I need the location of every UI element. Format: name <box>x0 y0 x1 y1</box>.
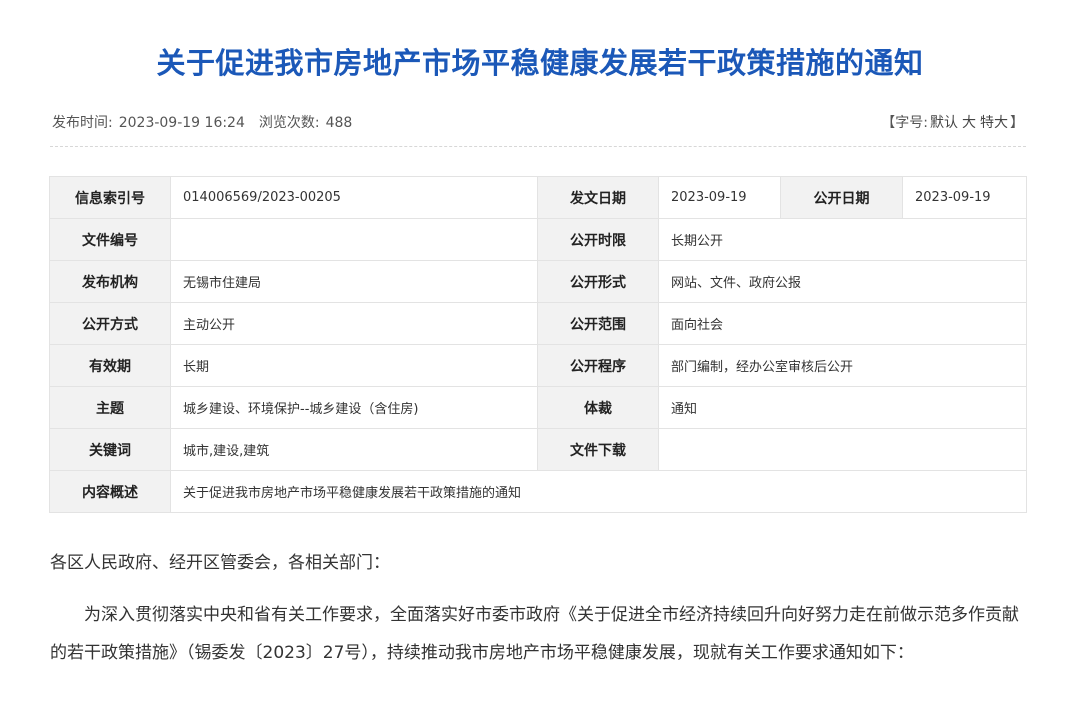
meta-divider <box>50 146 1026 147</box>
table-row: 关键词 城市,建设,建筑 文件下载 <box>49 428 1027 471</box>
info-table: 信息索引号 014006569/2023-00205 发文日期 2023-09-… <box>49 176 1027 513</box>
table-row: 发布机构 无锡市住建局 公开形式 网站、文件、政府公报 <box>49 260 1027 303</box>
validity-label: 有效期 <box>49 344 171 387</box>
page-title: 关于促进我市房地产市场平稳健康发展若干政策措施的通知 <box>156 46 924 80</box>
publish-time: 2023-09-19 16:24 <box>118 115 245 131</box>
table-row: 信息索引号 014006569/2023-00205 发文日期 2023-09-… <box>49 176 1027 219</box>
procedure-label: 公开程序 <box>537 344 659 387</box>
download-label: 文件下载 <box>537 428 659 471</box>
keywords-value: 城市,建设,建筑 <box>170 428 538 471</box>
font-size-large-link[interactable]: 大 <box>962 115 976 131</box>
org-value: 无锡市住建局 <box>170 260 538 303</box>
meta-left: 发布时间: 2023-09-19 16:24 浏览次数: 488 <box>52 112 358 132</box>
validity-value: 长期 <box>170 344 538 387</box>
summary-label: 内容概述 <box>49 470 171 513</box>
pub-scope-value: 面向社会 <box>658 302 1027 345</box>
summary-value: 关于促进我市房地产市场平稳健康发展若干政策措施的通知 <box>170 470 1027 513</box>
table-row: 主题 城乡建设、环境保护--城乡建设（含住房) 体裁 通知 <box>49 386 1027 429</box>
document-page: 关于促进我市房地产市场平稳健康发展若干政策措施的通知 发布时间: 2023-09-… <box>0 0 1080 710</box>
salutation: 各区人民政府、经开区管委会，各相关部门： <box>50 553 390 573</box>
views-count: 488 <box>325 115 353 131</box>
download-value[interactable] <box>658 428 1027 471</box>
genre-value: 通知 <box>658 386 1027 429</box>
org-label: 发布机构 <box>49 260 171 303</box>
genre-label: 体裁 <box>537 386 659 429</box>
font-size-open: 【字号: <box>881 115 928 131</box>
pub-scope-label: 公开范围 <box>537 302 659 345</box>
table-row: 公开方式 主动公开 公开范围 面向社会 <box>49 302 1027 345</box>
font-size-default-link[interactable]: 默认 <box>930 115 958 131</box>
pub-date-value: 2023-09-19 <box>902 176 1027 219</box>
index-value: 014006569/2023-00205 <box>170 176 538 219</box>
article-meta: 发布时间: 2023-09-19 16:24 浏览次数: 488 【字号: 默认大特大】 <box>52 112 1024 134</box>
doc-no-value <box>170 218 538 261</box>
pub-method-value: 主动公开 <box>170 302 538 345</box>
pub-form-label: 公开形式 <box>537 260 659 303</box>
pub-date-label: 公开日期 <box>780 176 903 219</box>
font-size-xlarge-link[interactable]: 特大 <box>980 115 1008 131</box>
index-label: 信息索引号 <box>49 176 171 219</box>
body-paragraph: 为深入贯彻落实中央和省有关工作要求，全面落实好市委市政府《关于促进全市经济持续回… <box>50 605 1019 663</box>
date-value: 2023-09-19 <box>658 176 781 219</box>
pub-limit-label: 公开时限 <box>537 218 659 261</box>
table-row: 文件编号 公开时限 长期公开 <box>49 218 1027 261</box>
topic-value: 城乡建设、环境保护--城乡建设（含住房) <box>170 386 538 429</box>
font-size-close: 】 <box>1010 115 1024 131</box>
keywords-label: 关键词 <box>49 428 171 471</box>
pub-limit-value: 长期公开 <box>658 218 1027 261</box>
pub-form-value: 网站、文件、政府公报 <box>658 260 1027 303</box>
font-size-switcher: 【字号: 默认大特大】 <box>881 112 1024 132</box>
table-row: 有效期 长期 公开程序 部门编制，经办公室审核后公开 <box>49 344 1027 387</box>
pub-method-label: 公开方式 <box>49 302 171 345</box>
doc-no-label: 文件编号 <box>49 218 171 261</box>
views-label: 浏览次数: <box>258 115 320 131</box>
procedure-value: 部门编制，经办公室审核后公开 <box>658 344 1027 387</box>
topic-label: 主题 <box>49 386 171 429</box>
publish-time-label: 发布时间: <box>52 115 113 131</box>
date-label: 发文日期 <box>537 176 659 219</box>
table-row: 内容概述 关于促进我市房地产市场平稳健康发展若干政策措施的通知 <box>49 470 1027 513</box>
